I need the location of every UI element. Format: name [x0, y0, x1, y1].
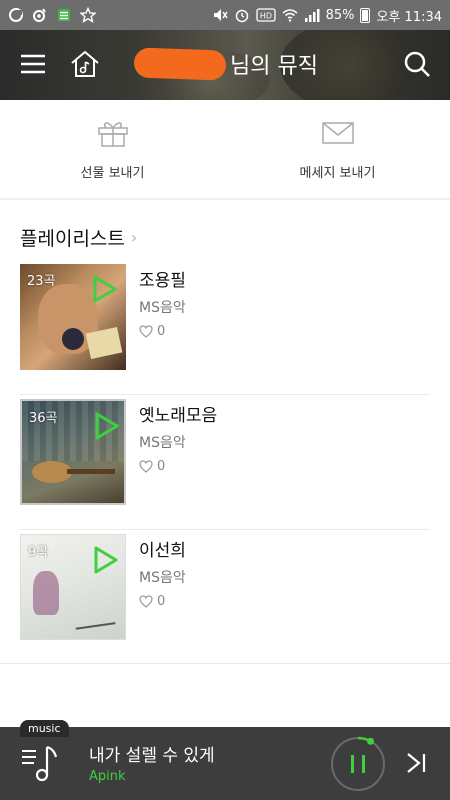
playlist-item[interactable]: 36곡 옛노래모음 MS음악 0: [0, 395, 450, 530]
now-playing-artist[interactable]: Apink: [89, 769, 126, 784]
send-message-button[interactable]: 메세지 보내기: [225, 100, 450, 198]
playlist-owner: MS음악: [139, 570, 186, 586]
next-track-button[interactable]: [402, 749, 430, 777]
gift-icon: [96, 118, 130, 152]
app-notification-icon: [8, 7, 24, 23]
like-count[interactable]: 0: [139, 594, 186, 609]
page-title: 님의 뮤직: [133, 47, 318, 81]
play-icon[interactable]: [94, 411, 120, 441]
star-notification-icon: [80, 7, 96, 23]
action-row: 선물 보내기 메세지 보내기: [0, 100, 450, 198]
playlist-section-header[interactable]: 플레이리스트 ›: [20, 224, 137, 251]
playlist-owner: MS음악: [139, 300, 186, 316]
playlist-name: 조용필: [139, 271, 186, 291]
playlist-thumbnail[interactable]: 23곡: [20, 264, 126, 370]
play-icon[interactable]: [93, 545, 119, 575]
thumbnail-art-mic: [62, 328, 84, 350]
home-music-icon: [71, 50, 99, 77]
playlist-info: 옛노래모음 MS음악 0: [139, 401, 217, 474]
thumbnail-art-signature: [74, 614, 116, 630]
menu-icon: [21, 54, 45, 74]
hd-label: HD: [259, 12, 271, 21]
track-count: 9곡: [28, 545, 49, 560]
like-count[interactable]: 0: [139, 459, 217, 474]
playlist-name: 옛노래모음: [139, 406, 218, 426]
playlist-music-icon[interactable]: [18, 741, 62, 785]
playlist-item[interactable]: 23곡 조용필 MS음악 0: [0, 260, 450, 395]
playlist-list: 23곡 조용필 MS음악 0 36곡 옛노래모음 MS음악 0 9곡 이선희 M…: [0, 260, 450, 665]
send-gift-label: 선물 보내기: [80, 165, 145, 181]
hd-icon: HD: [255, 7, 276, 23]
envelope-icon: [321, 118, 355, 152]
alarm-icon: [234, 7, 250, 23]
redacted-username: [133, 47, 227, 81]
list-end-divider: [0, 663, 450, 664]
battery-percent: 85%: [325, 7, 355, 23]
page-title-text: 님의 뮤직: [230, 54, 318, 79]
now-playing-title[interactable]: 내가 설렐 수 있게: [89, 741, 215, 766]
chevron-right-icon: ›: [130, 228, 138, 247]
section-divider: [0, 198, 450, 200]
playlist-info: 이선희 MS음악 0: [139, 536, 186, 609]
send-gift-button[interactable]: 선물 보내기: [0, 100, 225, 198]
mini-player[interactable]: 내가 설렐 수 있게 Apink: [0, 727, 450, 800]
battery-icon: [360, 7, 371, 23]
music-tab-label[interactable]: music: [20, 720, 69, 737]
status-bar: HD 85% 오후 11:34: [0, 0, 450, 30]
music-notification-icon: [32, 7, 48, 23]
track-count: 23곡: [27, 274, 56, 289]
search-icon: [404, 51, 430, 77]
heart-icon: [139, 595, 153, 608]
list-notification-icon: [56, 7, 72, 23]
like-count-value: 0: [157, 459, 166, 474]
status-left-icons: [8, 7, 96, 23]
send-message-label: 메세지 보내기: [299, 165, 376, 181]
heart-icon: [139, 460, 153, 473]
play-icon[interactable]: [92, 274, 118, 304]
playlist-owner: MS음악: [139, 435, 186, 451]
home-button[interactable]: [68, 47, 102, 81]
pause-button[interactable]: [330, 736, 386, 792]
signal-icon: [304, 7, 320, 23]
playlist-info: 조용필 MS음악 0: [139, 266, 186, 339]
thumbnail-art-guitar: [32, 461, 72, 483]
pause-icon-bar-left: [351, 755, 354, 773]
playlist-name: 이선희: [139, 541, 186, 561]
progress-knob: [367, 737, 375, 745]
heart-icon: [139, 325, 153, 338]
playlist-item[interactable]: 9곡 이선희 MS음악 0: [0, 530, 450, 665]
wifi-icon: [282, 7, 298, 23]
pause-icon-bar-right: [362, 755, 365, 773]
playlist-section-title: 플레이리스트: [20, 228, 125, 250]
clock: 오후 11:34: [376, 9, 442, 25]
thumbnail-art-paper: [85, 326, 123, 360]
search-button[interactable]: [400, 47, 434, 81]
menu-button[interactable]: [16, 47, 50, 81]
mute-icon: [212, 7, 228, 23]
track-count: 36곡: [29, 411, 58, 426]
playlist-thumbnail[interactable]: 36곡: [20, 399, 126, 505]
header: 님의 뮤직: [0, 30, 450, 100]
thumbnail-art-neck: [67, 469, 115, 474]
thumbnail-art: [33, 571, 59, 615]
status-right-icons: HD 85% 오후 11:34: [212, 6, 442, 25]
playlist-thumbnail[interactable]: 9곡: [20, 534, 126, 640]
like-count-value: 0: [157, 594, 166, 609]
like-count[interactable]: 0: [139, 324, 186, 339]
like-count-value: 0: [157, 324, 166, 339]
